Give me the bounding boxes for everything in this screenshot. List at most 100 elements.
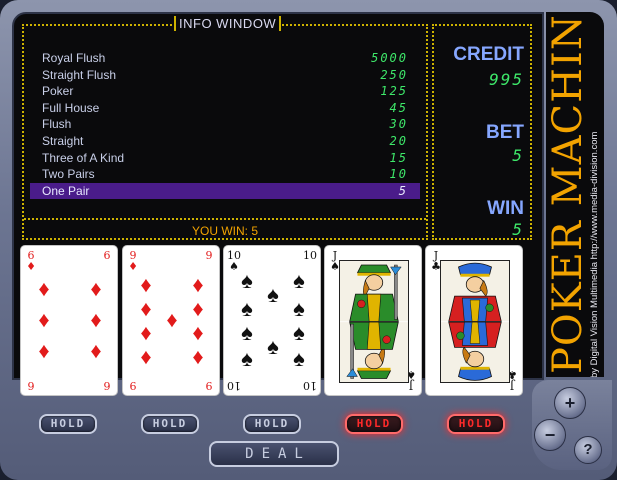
brand-title: POKER MACHINE: [546, 12, 591, 374]
hand-name: Flush: [42, 117, 72, 132]
paytable-row: Poker 125: [30, 83, 420, 100]
card-rank: 6: [103, 249, 111, 262]
info-window-title: INFO WINDOW: [174, 16, 282, 31]
card-corner: 9 ♦: [126, 250, 140, 272]
hold-button-5[interactable]: HOLD: [447, 414, 505, 434]
paytable-row: Flush 30: [30, 116, 420, 133]
spade-icon: ♠: [241, 296, 253, 321]
diamond-icon: ♦: [38, 307, 50, 332]
win-label: WIN: [487, 198, 524, 219]
hand-name: Royal Flush: [42, 51, 106, 65]
card-rank: 6: [103, 379, 111, 392]
card-rank: 10: [303, 249, 317, 262]
hand-name: One Pair: [42, 183, 90, 198]
card-corner: 9: [202, 250, 216, 261]
card-rank: 10: [303, 379, 317, 392]
hand-payout: 10: [389, 167, 408, 182]
jack-portrait: [339, 260, 409, 383]
hand-payout: 5: [398, 183, 408, 198]
card-corner: 10: [303, 250, 317, 261]
diamond-icon: ♦: [140, 320, 152, 345]
card-six-of-diamonds[interactable]: 6 ♦ 6 6 6 ♦ ♦ ♦ ♦ ♦ ♦: [20, 245, 118, 396]
diamond-icon: ♦: [192, 296, 204, 321]
spade-icon: ♠: [293, 346, 305, 371]
card-rank: 10: [227, 379, 241, 392]
hand-payout: 5000: [371, 51, 408, 65]
hold-button-1[interactable]: HOLD: [39, 414, 97, 434]
brand-subtitle: by Digital Vision Multimedia http://www.…: [589, 131, 600, 377]
jack-portrait: [440, 260, 510, 383]
card-rank: 9: [205, 379, 213, 392]
jack-portrait-top: [441, 261, 509, 322]
spade-icon: ♠: [241, 268, 253, 293]
spade-icon: ♠: [267, 282, 279, 307]
hand-name: Full House: [42, 100, 100, 115]
hand-name: Three of A Kind: [42, 150, 125, 165]
hold-button-4[interactable]: HOLD: [345, 414, 403, 434]
diamond-icon: ♦: [26, 260, 36, 273]
paytable-row: Royal Flush 5000: [30, 50, 420, 67]
paytable-row: Three of A Kind 15: [30, 150, 420, 167]
diamond-icon: ♦: [192, 272, 204, 297]
diamond-icon: ♦: [38, 338, 50, 363]
diamond-icon: ♦: [140, 344, 152, 369]
spade-icon: ♠: [267, 334, 279, 359]
paytable-row: Two Pairs 10: [30, 166, 420, 183]
hand-payout: 15: [389, 150, 408, 165]
credit-value: 995: [489, 70, 524, 89]
card-rank: 9: [205, 249, 213, 262]
hand-name: Poker: [42, 84, 74, 99]
jack-figure-icon: [340, 321, 408, 382]
bet-decrease-button[interactable]: −: [534, 419, 566, 451]
hold-button-2[interactable]: HOLD: [141, 414, 199, 434]
hand-name: Straight: [42, 133, 84, 148]
spade-icon: ♠: [241, 320, 253, 345]
card-corner: 6 ♦: [24, 250, 38, 272]
hand-payout: 250: [380, 67, 408, 82]
info-window: INFO WINDOW Royal Flush 5000 Straight Flu…: [22, 16, 428, 240]
hand-name: Two Pairs: [42, 167, 95, 182]
spade-icon: ♠: [293, 268, 305, 293]
hand-payout: 30: [389, 117, 408, 132]
brand-panel: POKER MACHINE by Digital Vision Multimed…: [546, 12, 604, 377]
bet-label: BET: [486, 122, 524, 143]
card-ten-of-spades[interactable]: 10 ♠ 10 10 10 ♠ ♠ ♠ ♠ ♠ ♠ ♠ ♠ ♠ ♠: [223, 245, 321, 396]
diamond-icon: ♦: [90, 338, 102, 363]
diamond-icon: ♦: [140, 296, 152, 321]
card-corner: 10: [227, 379, 241, 392]
diamond-icon: ♦: [90, 276, 102, 301]
card-rank: 6: [27, 379, 35, 392]
paytable-row: Full House 45: [30, 100, 420, 117]
diamond-icon: ♦: [192, 320, 204, 345]
card-jack-of-clubs[interactable]: J ♣ J ♣: [425, 245, 523, 396]
hand-payout: 45: [389, 100, 408, 115]
diamond-icon: ♦: [192, 344, 204, 369]
diamond-icon: ♦: [166, 307, 178, 332]
jack-portrait-bottom: [340, 321, 408, 383]
stats-panel: CREDIT 995 BET 5 WIN 5: [432, 24, 532, 240]
credit-label: CREDIT: [453, 44, 524, 65]
bet-control-pod: + − ?: [532, 380, 612, 470]
hand-name: Straight Flush: [42, 67, 117, 82]
card-jack-of-spades[interactable]: J ♠ J ♠: [324, 245, 422, 396]
spade-icon: ♠: [293, 320, 305, 345]
deal-button[interactable]: DEAL: [209, 441, 339, 467]
paytable-row: Straight 20: [30, 133, 420, 150]
win-value: 5: [512, 220, 524, 239]
card-corner: 6: [100, 250, 114, 261]
you-win-text: YOU WIN: 5: [191, 224, 258, 238]
divider: [24, 218, 426, 220]
hand-payout: 125: [380, 84, 408, 99]
jack-figure-icon: [441, 261, 509, 322]
jack-portrait-top: [340, 261, 408, 322]
card-corner: 9: [202, 379, 216, 392]
bet-value: 5: [512, 146, 524, 165]
jack-portrait-bottom: [441, 321, 509, 383]
help-button[interactable]: ?: [574, 436, 602, 464]
hold-button-3[interactable]: HOLD: [243, 414, 301, 434]
card-corner: 10 ♠: [227, 250, 241, 272]
card-nine-of-diamonds[interactable]: 9 ♦ 9 9 9 ♦ ♦ ♦ ♦ ♦ ♦ ♦ ♦ ♦: [122, 245, 220, 396]
bet-increase-button[interactable]: +: [554, 387, 586, 419]
spade-icon: ♠: [241, 346, 253, 371]
card-corner: 9: [126, 379, 140, 392]
